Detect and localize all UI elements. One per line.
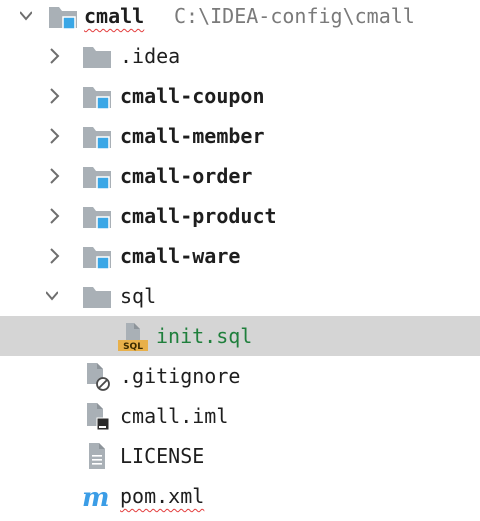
- tree-row-root[interactable]: cmall C:\IDEA-config\cmall: [0, 0, 480, 36]
- tree-row[interactable]: .idea: [0, 36, 480, 76]
- tree-row[interactable]: m pom.xml: [0, 476, 480, 516]
- tree-item-label: cmall.iml: [120, 404, 229, 428]
- tree-item-label: sql: [120, 284, 157, 308]
- iml-file-icon: [87, 403, 110, 431]
- tree-row[interactable]: cmall-member: [0, 116, 480, 156]
- maven-icon: m: [82, 483, 110, 512]
- tree-row[interactable]: sql: [0, 276, 480, 316]
- tree-item-label: cmall-product: [120, 204, 277, 228]
- tree-item-label: init.sql: [156, 324, 253, 348]
- tree-row[interactable]: cmall-coupon: [0, 76, 480, 116]
- module-folder-icon: [83, 247, 111, 270]
- chevron-down-icon[interactable]: [46, 286, 58, 306]
- tree-row-selected[interactable]: SQL init.sql: [0, 316, 480, 356]
- tree-row[interactable]: cmall-ware: [0, 236, 480, 276]
- folder-icon: [83, 47, 111, 68]
- chevron-right-icon[interactable]: [48, 126, 60, 146]
- module-folder-icon: [49, 7, 77, 30]
- module-folder-icon: [83, 127, 111, 150]
- chevron-right-icon[interactable]: [48, 246, 60, 266]
- module-folder-icon: [83, 167, 111, 190]
- tree-item-label: LICENSE: [120, 444, 205, 468]
- tree-item-label: .idea: [120, 44, 181, 68]
- chevron-down-icon[interactable]: [20, 6, 32, 26]
- folder-icon: [83, 287, 111, 308]
- chevron-right-icon[interactable]: [48, 166, 60, 186]
- tree-row[interactable]: LICENSE: [0, 436, 480, 476]
- tree-item-label: cmall-ware: [120, 244, 241, 268]
- project-name: cmall: [84, 4, 145, 28]
- module-folder-icon: [83, 87, 111, 110]
- chevron-right-icon[interactable]: [48, 46, 60, 66]
- sql-file-icon: SQL: [118, 323, 148, 352]
- chevron-right-icon[interactable]: [48, 206, 60, 226]
- tree-item-label: cmall-member: [120, 124, 265, 148]
- project-path: C:\IDEA-config\cmall: [174, 4, 415, 28]
- maven-glyph: m: [82, 483, 110, 512]
- tree-item-label: cmall-order: [120, 164, 253, 188]
- module-folder-icon: [83, 207, 111, 230]
- tree-row[interactable]: cmall-order: [0, 156, 480, 196]
- tree-item-label: cmall-coupon: [120, 84, 265, 108]
- tree-row[interactable]: cmall-product: [0, 196, 480, 236]
- tree-item-label: pom.xml: [120, 484, 205, 508]
- ignored-file-icon: [87, 363, 110, 391]
- tree-row[interactable]: .gitignore: [0, 356, 480, 396]
- tree-item-label: .gitignore: [120, 364, 241, 388]
- chevron-right-icon[interactable]: [48, 86, 60, 106]
- tree-row[interactable]: cmall.iml: [0, 396, 480, 436]
- text-file-icon: [89, 443, 105, 469]
- sql-badge: SQL: [123, 342, 143, 352]
